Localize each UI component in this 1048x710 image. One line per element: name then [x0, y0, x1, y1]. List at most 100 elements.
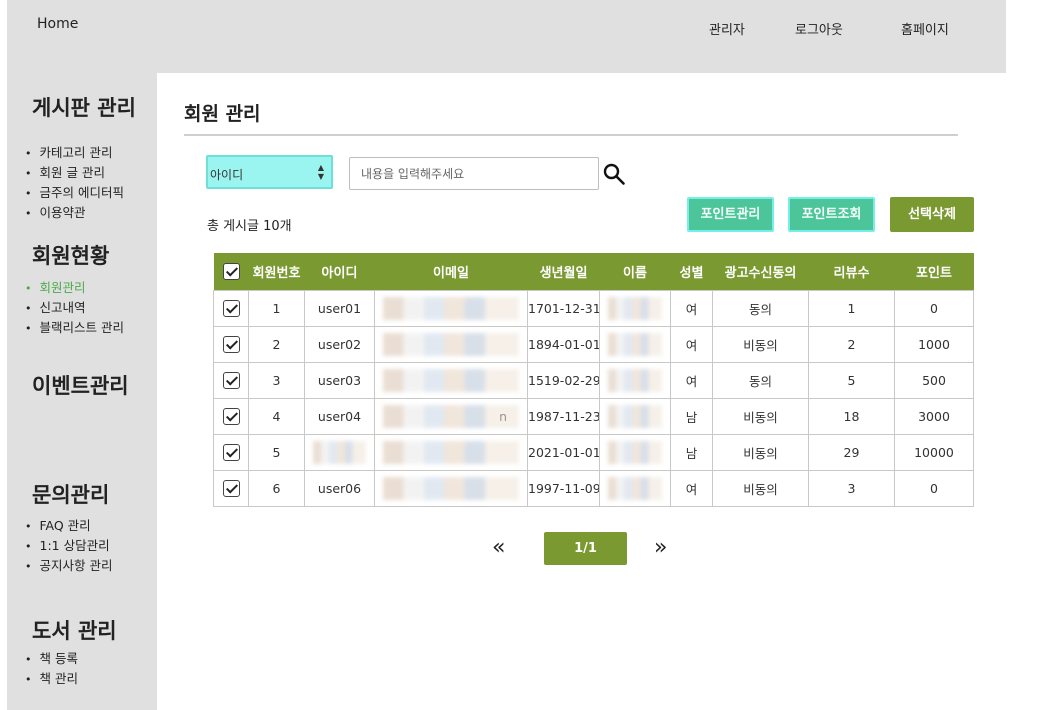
table-row[interactable]: 1 user01 1701-12-31 여 동의 1 0 — [213, 289, 974, 327]
table-row[interactable]: 3 user03 1519-02-29 여 동의 5 500 — [213, 361, 974, 399]
title-divider — [184, 134, 958, 136]
sidebar-list: 회원관리 신고내역 블랙리스트 관리 — [25, 278, 124, 338]
sidebar-item-notice[interactable]: 공지사항 관리 — [25, 556, 113, 576]
cell-member-no: 4 — [248, 397, 305, 435]
column-header[interactable]: 리뷰수 — [809, 253, 895, 290]
nav-admin-link[interactable]: 관리자 — [709, 19, 745, 38]
table-header-row: 회원번호 아이디 이메일 생년월일 이름 성별 광고수신동의 리뷰수 포인트 — [213, 253, 974, 290]
row-checkbox[interactable] — [222, 443, 240, 461]
sidebar-item-terms[interactable]: 이용약관 — [25, 203, 124, 223]
cell-ad-consent: 비동의 — [712, 397, 809, 435]
cell-user-id-redacted — [304, 433, 375, 471]
sidebar-item-blacklist[interactable]: 블랙리스트 관리 — [25, 318, 124, 338]
current-page-indicator[interactable]: 1/1 — [544, 532, 627, 565]
table-row[interactable]: 5 2021-01-01 남 비동의 29 10000 — [213, 433, 974, 471]
column-header[interactable]: 포인트 — [895, 253, 974, 290]
cell-reviews: 3 — [808, 469, 895, 507]
column-header[interactable]: 생년월일 — [528, 253, 600, 290]
sidebar-list: FAQ 관리 1:1 상담관리 공지사항 관리 — [25, 516, 113, 576]
column-header[interactable]: 이름 — [600, 253, 671, 290]
cell-email-redacted — [374, 469, 528, 507]
cell-user-id: user03 — [304, 361, 375, 399]
column-header[interactable]: 아이디 — [305, 253, 375, 290]
cell-email-redacted: n — [374, 397, 528, 435]
cell-reviews: 1 — [808, 289, 895, 327]
column-header[interactable]: 회원번호 — [249, 253, 305, 290]
member-table: 회원번호 아이디 이메일 생년월일 이름 성별 광고수신동의 리뷰수 포인트 1… — [213, 253, 974, 507]
row-checkbox[interactable] — [222, 335, 240, 353]
cell-member-no: 1 — [248, 289, 305, 327]
nav-logout-link[interactable]: 로그아웃 — [795, 19, 843, 38]
cell-points: 0 — [894, 289, 974, 327]
cell-user-id: user02 — [304, 325, 375, 363]
sidebar-section-title[interactable]: 이벤트관리 — [32, 370, 129, 400]
select-all-checkbox[interactable] — [222, 262, 240, 280]
row-checkbox[interactable] — [222, 371, 240, 389]
total-count: 총 게시글 10개 — [207, 219, 292, 234]
cell-member-no: 6 — [248, 469, 305, 507]
cell-name-redacted — [599, 289, 671, 327]
cell-email-redacted — [374, 325, 528, 363]
cell-birth: 1987-11-23 — [527, 397, 600, 435]
sidebar-item-member-manage[interactable]: 회원관리 — [25, 278, 124, 298]
row-checkbox[interactable] — [222, 479, 240, 497]
row-checkbox[interactable] — [222, 407, 240, 425]
sidebar-item-consult[interactable]: 1:1 상담관리 — [25, 536, 112, 556]
cell-email-redacted — [374, 361, 528, 399]
cell-name-redacted — [599, 325, 671, 363]
cell-user-id: user04 — [304, 397, 375, 435]
delete-selected-button[interactable]: 선택삭제 — [890, 197, 974, 232]
sidebar-item-book-manage[interactable]: 책 관리 — [25, 669, 78, 689]
table-row[interactable]: 6 user06 1997-11-09 여 비동의 3 0 — [213, 469, 974, 507]
cell-reviews: 5 — [808, 361, 895, 399]
sidebar-item-category[interactable]: 카테고리 관리 — [25, 143, 124, 163]
row-select-cell — [213, 361, 249, 399]
cell-gender: 여 — [670, 289, 713, 327]
top-bar: Home 관리자 로그아웃 홈페이지 — [7, 0, 1006, 73]
sidebar-item-reports[interactable]: 신고내역 — [25, 298, 124, 318]
cell-email-redacted — [374, 433, 528, 471]
cell-user-id: user06 — [304, 469, 375, 507]
cell-reviews: 29 — [808, 433, 895, 471]
sidebar-item-member-posts[interactable]: 회원 글 관리 — [25, 163, 124, 183]
point-manage-button[interactable]: 포인트관리 — [687, 197, 774, 232]
search-input[interactable] — [349, 157, 599, 190]
sidebar-section-title: 회원현황 — [32, 244, 110, 268]
cell-reviews: 18 — [808, 397, 895, 435]
home-link[interactable]: Home — [37, 16, 78, 32]
cell-birth: 2021-01-01 — [527, 433, 600, 471]
search-type-value: 아이디 — [210, 168, 244, 182]
cell-gender: 남 — [670, 433, 713, 471]
row-select-cell — [213, 469, 249, 507]
nav-homepage-link[interactable]: 홈페이지 — [901, 19, 949, 38]
cell-member-no: 2 — [248, 325, 305, 363]
row-select-cell — [213, 433, 249, 471]
cell-name-redacted — [599, 433, 671, 471]
column-header[interactable]: 광고수신동의 — [713, 253, 809, 290]
row-checkbox[interactable] — [222, 299, 240, 317]
cell-points: 0 — [894, 469, 974, 507]
search-type-select[interactable]: 아이디 ▲ ▼ — [206, 155, 333, 189]
point-view-button[interactable]: 포인트조회 — [788, 197, 875, 232]
next-page-button[interactable]: » — [654, 535, 667, 560]
cell-ad-consent: 동의 — [712, 361, 809, 399]
cell-member-no: 3 — [248, 361, 305, 399]
cell-birth: 1519-02-29 — [527, 361, 600, 399]
page-title: 회원 관리 — [184, 103, 261, 125]
sidebar-item-faq[interactable]: FAQ 관리 — [25, 516, 112, 536]
column-header[interactable]: 이메일 — [375, 253, 528, 290]
cell-points: 1000 — [894, 325, 974, 363]
sidebar-section-title: 문의관리 — [32, 483, 110, 507]
cell-points: 500 — [894, 361, 974, 399]
sidebar-item-editor-pick[interactable]: 금주의 에디터픽 — [25, 183, 124, 203]
sidebar: 게시판 관리 카테고리 관리 회원 글 관리 금주의 에디터픽 이용약관 회원현… — [7, 73, 157, 710]
search-icon[interactable] — [602, 162, 626, 186]
column-header[interactable]: 성별 — [671, 253, 713, 290]
table-row[interactable]: 2 user02 1894-01-01 여 비동의 2 1000 — [213, 325, 974, 363]
sidebar-item-book-register[interactable]: 책 등록 — [25, 649, 78, 669]
cell-email-redacted — [374, 289, 528, 327]
prev-page-button[interactable]: « — [492, 535, 505, 560]
cell-gender: 여 — [670, 361, 713, 399]
sidebar-list: 카테고리 관리 회원 글 관리 금주의 에디터픽 이용약관 — [25, 143, 124, 223]
table-row[interactable]: 4 user04 n 1987-11-23 남 비동의 18 3000 — [213, 397, 974, 435]
